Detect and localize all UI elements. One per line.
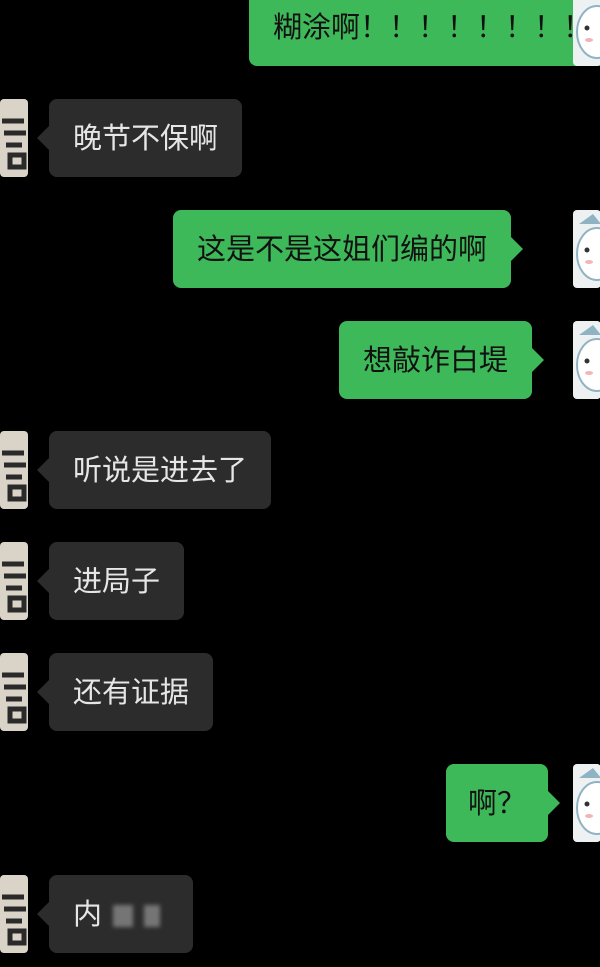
outgoing-message-bubble[interactable]: 想敲诈白堤 — [339, 321, 545, 399]
outgoing-message-bubble[interactable]: 糊涂啊！！！！！！！！ — [249, 0, 600, 66]
cartoon-avatar-icon[interactable] — [573, 0, 600, 66]
message-text: 糊涂啊！！！！！！！！ — [273, 10, 593, 44]
message-text: 进局子 — [73, 564, 161, 598]
message-text: 啊？ — [468, 786, 527, 820]
calligraphy-avatar-icon[interactable] — [0, 431, 28, 509]
redacted-text-block — [113, 905, 134, 927]
outgoing-message-bubble[interactable]: 啊？ — [446, 764, 561, 842]
outgoing-message-bubble[interactable]: 这是不是这姐们编的啊 — [173, 210, 524, 288]
incoming-message-bubble[interactable]: 晚节不保啊 — [36, 99, 243, 177]
message-text: 想敲诈白堤 — [363, 343, 509, 377]
cartoon-avatar-icon[interactable] — [573, 210, 600, 288]
message-text: 晚节不保啊 — [73, 121, 219, 155]
message-text: 听说是进去了 — [73, 453, 248, 487]
incoming-message-bubble[interactable]: 内 — [37, 875, 193, 953]
calligraphy-avatar-icon[interactable] — [0, 875, 28, 953]
calligraphy-avatar-icon[interactable] — [0, 99, 28, 177]
cartoon-avatar-icon[interactable] — [573, 764, 600, 842]
incoming-message-bubble[interactable]: 听说是进去了 — [36, 431, 272, 509]
message-text: 内 — [73, 897, 103, 931]
message-text: 这是不是这姐们编的啊 — [197, 232, 488, 266]
incoming-message-bubble[interactable]: 进局子 — [36, 542, 185, 620]
cartoon-avatar-icon[interactable] — [573, 321, 600, 399]
calligraphy-avatar-icon[interactable] — [0, 542, 28, 620]
chat-window: 糊涂啊！！！！！！！！ 晚节不保啊 这是不是这姐们编的啊 想敲诈白堤 听说是进去… — [0, 0, 600, 967]
redacted-text-block — [144, 905, 161, 927]
calligraphy-avatar-icon[interactable] — [0, 653, 28, 731]
message-text: 还有证据 — [73, 675, 190, 709]
incoming-message-bubble[interactable]: 还有证据 — [36, 653, 214, 731]
